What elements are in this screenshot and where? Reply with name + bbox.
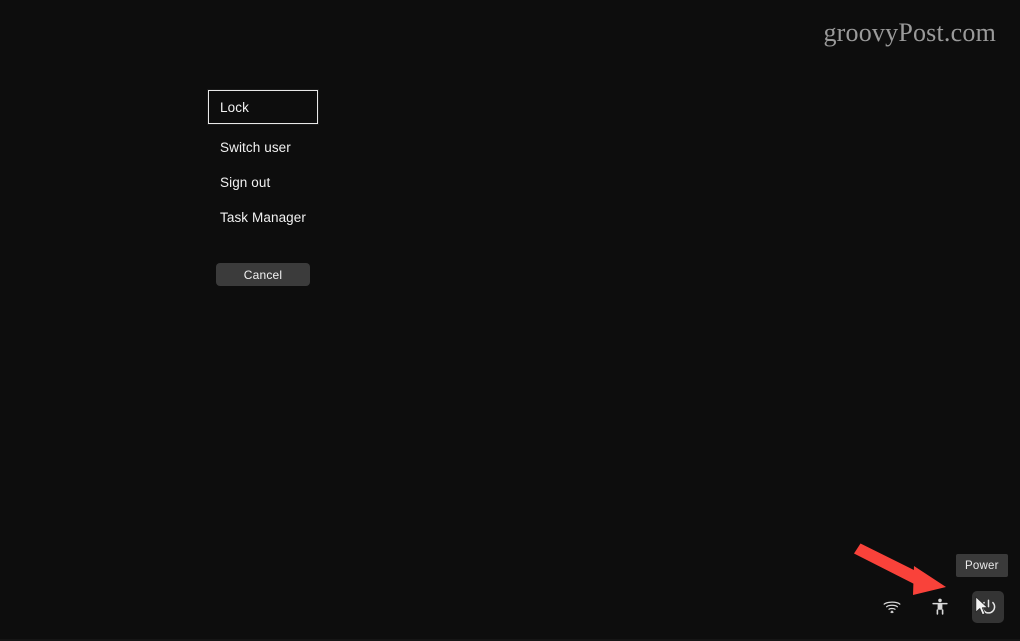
network-icon — [883, 600, 901, 614]
security-option-switch-user[interactable]: Switch user — [208, 130, 438, 164]
watermark: groovyPost.com — [823, 18, 996, 47]
power-button[interactable] — [972, 591, 1004, 623]
security-option-lock[interactable]: Lock — [207, 89, 319, 125]
network-button[interactable] — [876, 591, 908, 623]
power-tooltip: Power — [956, 554, 1008, 577]
accessibility-button[interactable] — [924, 591, 956, 623]
power-icon — [980, 598, 997, 616]
ctrl-alt-del-screen: groovyPost.com Lock Switch user Sign out… — [0, 0, 1020, 641]
security-option-sign-out[interactable]: Sign out — [208, 165, 438, 199]
system-tray — [876, 591, 1004, 623]
security-options-list: Lock Switch user Sign out Task Manager — [207, 89, 438, 234]
security-option-task-manager[interactable]: Task Manager — [208, 200, 438, 234]
security-option-sign-out-label: Sign out — [220, 174, 271, 190]
security-option-lock-label: Lock — [220, 99, 249, 115]
security-option-task-manager-label: Task Manager — [220, 209, 306, 225]
security-option-switch-user-label: Switch user — [220, 139, 291, 155]
accessibility-icon — [931, 598, 949, 616]
cancel-button[interactable]: Cancel — [216, 263, 310, 286]
